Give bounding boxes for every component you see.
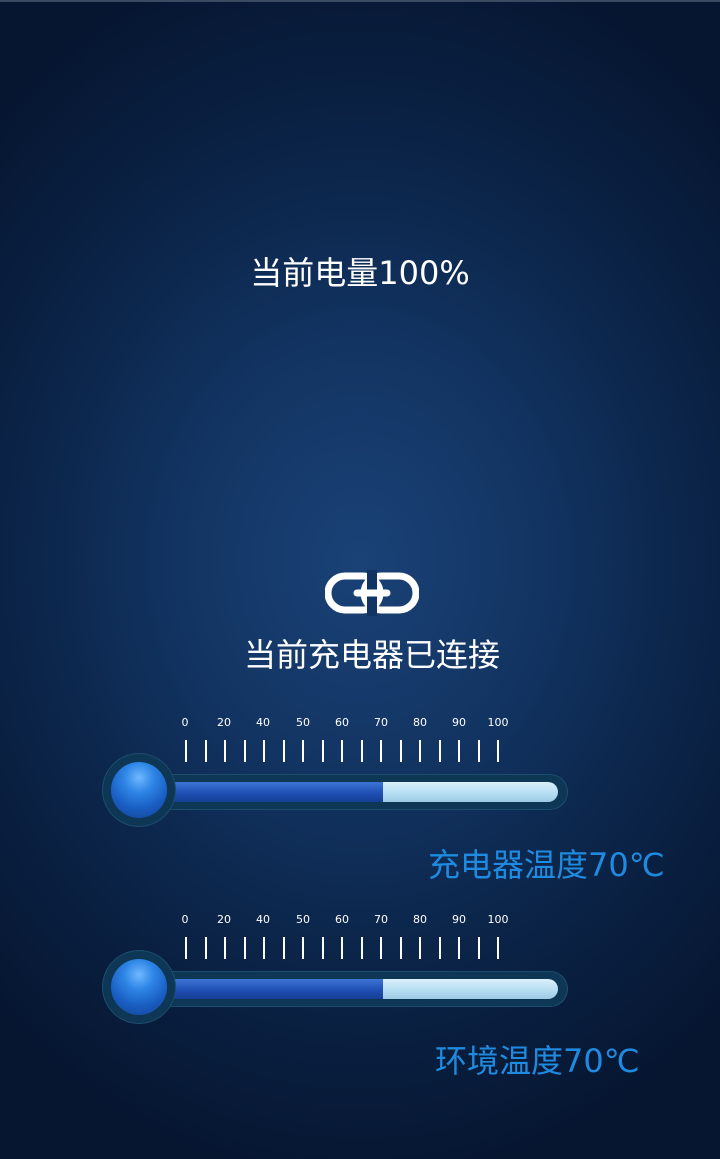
thermometer-tube	[138, 774, 568, 810]
scale-label: 90	[452, 913, 466, 926]
scale-tick	[282, 740, 285, 762]
scale-tick	[263, 740, 265, 762]
scale-tick	[224, 740, 226, 762]
scale-label: 0	[181, 716, 189, 729]
scale-label: 60	[335, 913, 349, 926]
thermometer-track	[168, 782, 558, 802]
thermometer-scale-labels: 0 20 40 50 60 70 80 90 100	[100, 913, 580, 931]
scale-tick	[263, 937, 265, 959]
thermometer-bulb-ring	[103, 951, 175, 1023]
charger-temperature-label: 充电器温度70℃	[428, 846, 665, 884]
scale-label: 0	[181, 913, 189, 926]
scale-tick	[419, 937, 421, 959]
scale-tick	[380, 937, 382, 959]
scale-tick	[419, 740, 421, 762]
thermometer-level-fill	[168, 782, 383, 802]
scale-tick	[458, 740, 460, 762]
link-icon	[325, 570, 419, 616]
charger-thermometer: 0 20 40 50 60 70 80 90 100	[100, 716, 580, 826]
thermometer-ticks	[100, 740, 580, 762]
top-divider	[0, 0, 720, 2]
scale-tick	[360, 740, 363, 762]
thermometer-bulb	[111, 959, 167, 1015]
scale-label: 40	[256, 913, 270, 926]
scale-tick	[360, 937, 363, 959]
scale-label: 70	[374, 716, 388, 729]
scale-tick	[321, 937, 324, 959]
scale-label: 100	[487, 913, 509, 926]
scale-tick	[458, 937, 460, 959]
scale-tick	[302, 937, 304, 959]
scale-tick	[185, 740, 187, 762]
scale-label: 20	[217, 716, 231, 729]
scale-tick	[204, 740, 207, 762]
scale-tick	[185, 937, 187, 959]
scale-label: 80	[413, 716, 427, 729]
scale-tick	[438, 937, 441, 959]
scale-tick	[477, 937, 480, 959]
scale-tick	[282, 937, 285, 959]
scale-label: 50	[296, 913, 310, 926]
thermometer-bulb	[111, 762, 167, 818]
scale-label: 100	[487, 716, 509, 729]
thermometer-level-fill	[168, 979, 383, 999]
thermometer-tube	[138, 971, 568, 1007]
scale-tick	[224, 937, 226, 959]
scale-tick	[399, 937, 402, 959]
scale-tick	[380, 740, 382, 762]
scale-tick	[243, 740, 246, 762]
scale-tick	[341, 937, 343, 959]
scale-tick	[243, 937, 246, 959]
scale-label: 70	[374, 913, 388, 926]
thermometer-track	[168, 979, 558, 999]
thermometer-scale-labels: 0 20 40 50 60 70 80 90 100	[100, 716, 580, 734]
battery-level-text: 当前电量100%	[250, 254, 470, 292]
scale-label: 60	[335, 716, 349, 729]
scale-label: 40	[256, 716, 270, 729]
charger-connected-text: 当前充电器已连接	[243, 636, 500, 674]
scale-tick	[497, 740, 499, 762]
scale-tick	[497, 937, 499, 959]
scale-tick	[321, 740, 324, 762]
thermometer-bulb-ring	[103, 754, 175, 826]
scale-tick	[438, 740, 441, 762]
ambient-temperature-label: 环境温度70℃	[435, 1042, 640, 1080]
ambient-thermometer: 0 20 40 50 60 70 80 90 100	[100, 913, 580, 1023]
scale-label: 80	[413, 913, 427, 926]
scale-label: 50	[296, 716, 310, 729]
scale-tick	[341, 740, 343, 762]
scale-tick	[477, 740, 480, 762]
scale-tick	[302, 740, 304, 762]
scale-tick	[399, 740, 402, 762]
scale-label: 20	[217, 913, 231, 926]
thermometer-ticks	[100, 937, 580, 959]
scale-tick	[204, 937, 207, 959]
scale-label: 90	[452, 716, 466, 729]
